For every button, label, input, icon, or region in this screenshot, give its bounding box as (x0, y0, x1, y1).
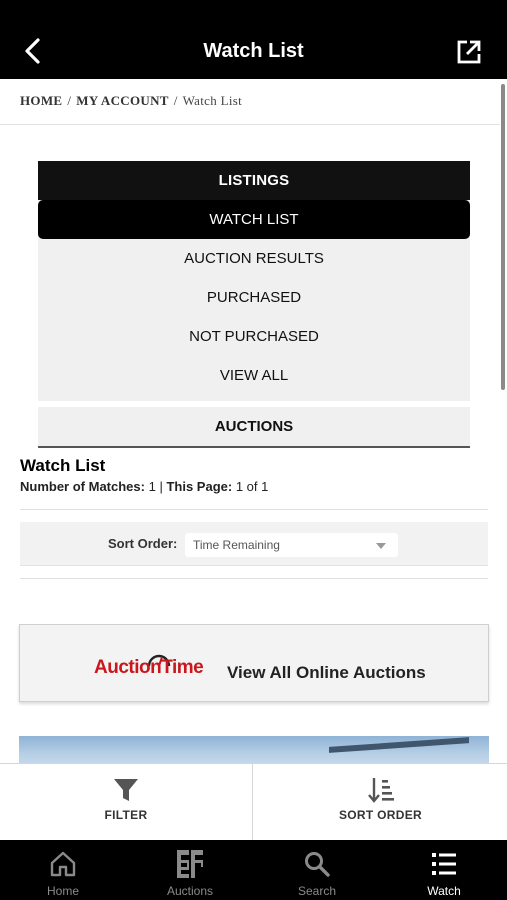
tab-home-label: Home (46, 884, 79, 898)
sort-order-label: SORT ORDER (338, 808, 422, 822)
filter-button[interactable]: FILTER (0, 764, 253, 841)
photo-structure (329, 737, 469, 753)
sort-order-select[interactable]: Time Remaining (185, 533, 398, 557)
account-menu: LISTINGS WATCH LIST AUCTION RESULTS PURC… (38, 161, 470, 448)
sort-order-value: Time Remaining (193, 538, 280, 552)
tab-auctions-label: Auctions (166, 884, 214, 898)
bottom-tab-bar: Home Auctions Search Watch (0, 840, 507, 900)
listings-menu-list: WATCH LIST AUCTION RESULTS PURCHASED NOT… (38, 200, 470, 401)
breadcrumb-my-account-link[interactable]: MY ACCOUNT (76, 93, 168, 108)
page-value: 1 of 1 (235, 479, 269, 494)
breadcrumb-separator: / (173, 93, 178, 108)
menu-item-purchased[interactable]: PURCHASED (38, 278, 470, 317)
menu-item-not-purchased[interactable]: NOT PURCHASED (38, 317, 470, 356)
breadcrumb-current: Watch List (182, 93, 243, 108)
caret-down-icon (376, 543, 386, 549)
sort-order-label: Sort Order: (108, 536, 178, 551)
meta-separator: | (159, 479, 163, 494)
matches-label: Number of Matches: (20, 479, 145, 494)
match-summary: Number of Matches: 1 | This Page: 1 of 1 (20, 479, 268, 494)
sort-order-button[interactable]: SORT ORDER (254, 764, 507, 841)
auctions-header[interactable]: AUCTIONS (38, 407, 470, 448)
divider (20, 578, 488, 579)
tab-home[interactable]: Home (0, 840, 126, 900)
tab-auctions[interactable]: Auctions (127, 840, 253, 900)
tab-watch[interactable]: Watch (381, 840, 507, 900)
divider (20, 509, 488, 510)
tab-search[interactable]: Search (254, 840, 380, 900)
breadcrumb-separator: / (67, 93, 72, 108)
share-external-icon[interactable] (455, 38, 483, 66)
breadcrumb-divider (0, 124, 500, 125)
auctiontime-banner[interactable]: AuctionTime View All Online Auctions (19, 624, 489, 702)
page-label: This Page: (166, 479, 233, 494)
section-title: Watch List (20, 456, 106, 475)
search-icon (305, 852, 330, 877)
view-all-auctions-link[interactable]: View All Online Auctions (227, 663, 426, 683)
home-icon (50, 851, 76, 877)
tab-search-label: Search (297, 884, 337, 898)
listing-photo[interactable] (19, 736, 489, 766)
auctiontime-logo: AuctionTime (94, 651, 214, 681)
page-title: Watch List (203, 40, 304, 62)
auctions-logo-icon (177, 850, 203, 878)
breadcrumb-home-link[interactable]: HOME (20, 93, 62, 108)
top-nav-bar: Watch List (0, 0, 507, 79)
tab-watch-label: Watch (427, 884, 461, 898)
breadcrumb: HOME / MY ACCOUNT / Watch List (20, 93, 242, 109)
menu-item-auction-results[interactable]: AUCTION RESULTS (38, 239, 470, 278)
matches-value: 1 (148, 479, 156, 494)
scrollbar[interactable] (501, 84, 505, 390)
sort-descending-icon (367, 778, 394, 803)
menu-item-watch-list[interactable]: WATCH LIST (38, 200, 470, 239)
listings-header[interactable]: LISTINGS (38, 161, 470, 200)
filter-funnel-icon (114, 779, 138, 801)
sort-order-panel: Sort Order: Time Remaining (20, 522, 488, 566)
filter-label: FILTER (104, 808, 148, 822)
menu-item-view-all[interactable]: VIEW ALL (38, 356, 470, 395)
auctiontime-logo-text: AuctionTime (94, 657, 204, 678)
filter-sort-bar: FILTER SORT ORDER (0, 763, 507, 841)
list-icon (432, 853, 456, 875)
